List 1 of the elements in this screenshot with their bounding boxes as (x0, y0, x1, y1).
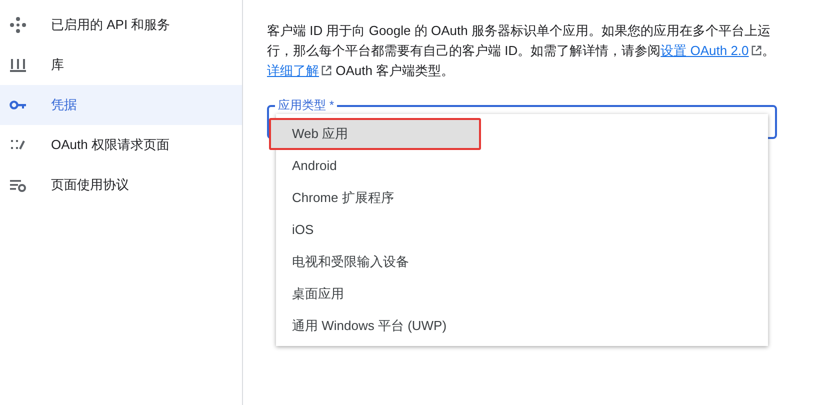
description-text: 客户端 ID 用于向 Google 的 OAuth 服务器标识单个应用。如果您的应用在多个平台上运行，那么每个平台都需要有自己的客户端 ID。如需了解详情，请参阅设置 OAuth 2.0 。 详细了解 OAuth 客户端类型。 (267, 22, 776, 80)
